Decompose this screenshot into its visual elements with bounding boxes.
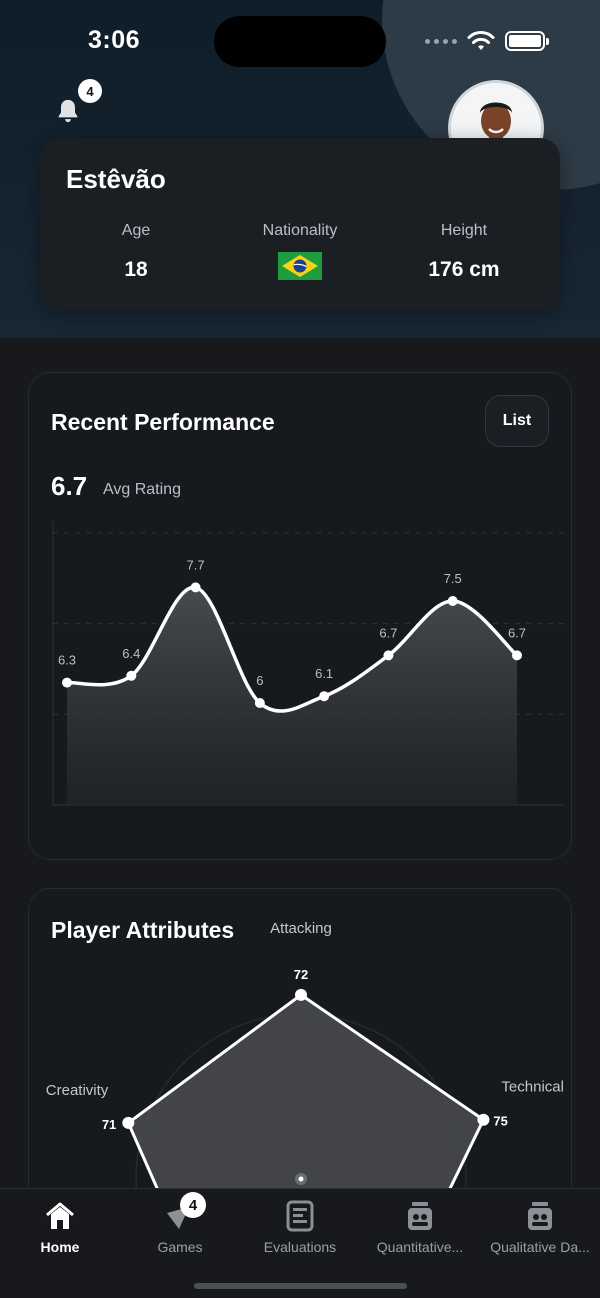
radar-value-label: 72 — [294, 967, 308, 982]
stat-value: 18 — [124, 258, 148, 281]
player-attributes-card: Player Attributes Attacking 72 Technical 75… — [28, 888, 572, 1218]
data-label: 7.7 — [187, 557, 205, 572]
stat-height: Height 176 cm — [384, 222, 544, 282]
data-point — [447, 596, 458, 606]
radar-center-dot — [298, 1176, 304, 1182]
evaluations-icon — [286, 1200, 314, 1232]
radar-point — [295, 988, 307, 1001]
data-point — [319, 691, 330, 702]
tab-bar: Home Games Evaluations Quantitative... Q… — [0, 1188, 600, 1298]
radar-value-label: 71 — [102, 1117, 116, 1132]
data-point — [512, 650, 522, 661]
stat-label: Height — [440, 222, 488, 239]
data-point — [383, 650, 394, 661]
stat-age: Age 18 — [56, 222, 216, 282]
home-icon — [46, 1202, 74, 1229]
performance-chart: 6.3 6.4 7.7 6 6.1 6.7 7.5 6.7 — [52, 521, 565, 806]
attributes-radar-chart: Attacking 72 Technical 75 Creativity 71 — [46, 920, 564, 1217]
radar-axis-label: Technical — [501, 1079, 564, 1096]
tab-quantitative[interactable]: Quantitative... — [360, 1199, 480, 1255]
data-label: 6.7 — [508, 625, 526, 640]
status-time: 3:06 — [88, 26, 141, 54]
battery-icon — [505, 31, 549, 51]
status-indicators — [425, 30, 549, 52]
stat-label: Age — [121, 222, 151, 239]
data-point — [254, 698, 265, 708]
dynamic-island — [214, 16, 386, 67]
radar-point — [122, 1116, 135, 1129]
data-point — [126, 670, 137, 681]
tab-label: Evaluations — [263, 1239, 337, 1255]
series-area — [67, 587, 517, 805]
radar-value-label: 75 — [493, 1114, 507, 1129]
quantitative-icon — [408, 1202, 432, 1230]
stat-value: 176 cm — [428, 258, 500, 281]
data-label: 6 — [256, 673, 263, 688]
radar-axis-label: Attacking — [270, 920, 332, 937]
radar-point — [477, 1113, 490, 1126]
tab-qualitative[interactable]: Qualitative Da... — [480, 1199, 600, 1255]
tab-label: Quantitative... — [376, 1239, 464, 1255]
recent-performance-card: Recent Performance List 6.7 Avg Rating 6… — [28, 372, 572, 860]
tab-label: Games — [157, 1239, 203, 1255]
data-point — [62, 677, 72, 688]
profile-card: Estêvão Age 18 Nationality Height 176 cm — [40, 138, 560, 310]
player-name: Estêvão — [66, 164, 166, 194]
data-label: 6.7 — [379, 625, 397, 640]
wifi-icon — [467, 31, 495, 50]
home-indicator — [194, 1283, 407, 1289]
data-label: 6.3 — [58, 653, 76, 668]
tab-label: Qualitative Da... — [490, 1239, 590, 1255]
data-label: 6.4 — [122, 646, 140, 661]
games-badge: 4 — [180, 1192, 206, 1218]
radar-area — [126, 993, 486, 1217]
tab-label: Home — [40, 1239, 80, 1255]
signal-icon — [425, 38, 457, 44]
radar-axis-label: Creativity — [46, 1082, 109, 1099]
stat-label: Nationality — [262, 222, 338, 239]
tab-home[interactable]: Home — [0, 1199, 120, 1255]
data-point — [190, 582, 201, 593]
data-label: 7.5 — [444, 571, 462, 586]
brazil-flag-icon — [278, 252, 322, 280]
bell-icon[interactable] — [54, 97, 82, 125]
stat-nationality: Nationality — [220, 222, 380, 285]
notification-badge: 4 — [78, 79, 102, 103]
data-label: 6.1 — [315, 666, 333, 681]
tab-evaluations[interactable]: Evaluations — [240, 1199, 360, 1255]
qualitative-icon — [528, 1202, 552, 1230]
